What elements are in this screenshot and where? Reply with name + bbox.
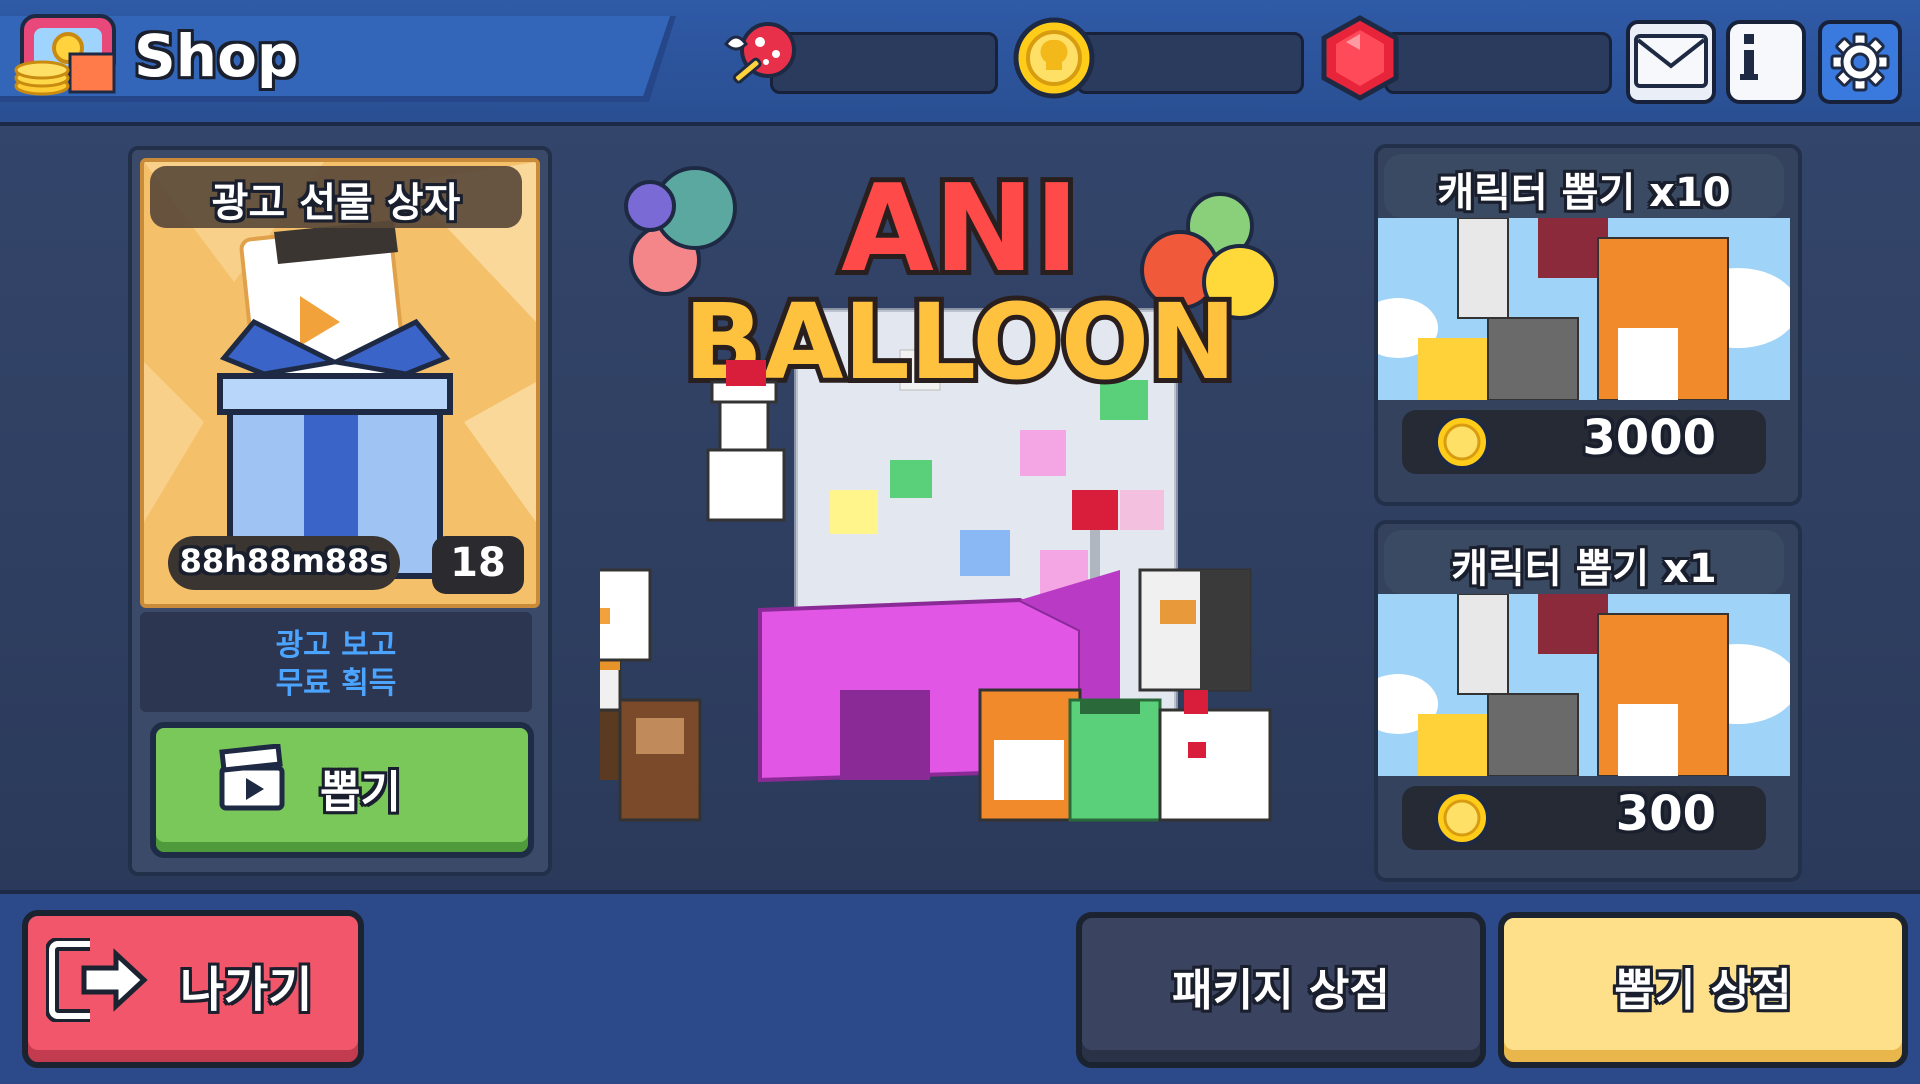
ad-draw-label: 뽑기 [320,767,401,818]
exit-label: 나가기 [180,962,313,1018]
gift-title: 광고 선물 상자 [211,180,461,226]
logo-line1: ANI [841,160,1079,299]
wolf-art [1487,693,1579,776]
bear-character [618,698,702,822]
red-gem-icon [1321,15,1399,101]
heart-key-icon [724,22,796,84]
gold-coin-icon [1434,414,1490,470]
draw-x1-art [1378,594,1790,776]
chicken-character-right [1158,690,1272,822]
chicken-character-left [600,568,652,662]
wolf-art [1487,317,1579,400]
coin-resource-bar [1076,32,1304,94]
mail-button[interactable] [1626,20,1716,104]
gear-icon [1830,32,1890,92]
dog-art [1418,714,1498,776]
package-shop-label: 패키지 상점 [1172,965,1390,1016]
gacha-machine-illustration: ANI BALLOON [600,155,1278,822]
snowman-character [706,360,786,522]
dog-art [1418,338,1498,400]
draw-x1-price: 300 [1615,786,1716,842]
cat-art [1457,218,1509,319]
cat-art [1457,594,1509,695]
ad-description-line2: 무료 획득 [275,666,397,701]
gacha-shop-label: 뽑기 상점 [1614,965,1792,1016]
clapperboard-icon [219,744,285,811]
draw-x10-title: 캐릭터 뽑기 x10 [1437,170,1731,216]
gold-coin-icon [1434,790,1490,846]
cat-character [1138,568,1252,692]
timer-text: 88h88m88s [179,542,389,580]
count-text: 18 [450,540,506,586]
gold-coin-icon [1013,17,1095,99]
info-icon [1740,34,1758,80]
fox-character [978,688,1082,822]
crocodile-character [1068,698,1162,822]
draw-x10-art [1378,218,1790,400]
info-button[interactable] [1726,20,1806,104]
shop-chest-icon [14,14,116,96]
draw-x1-title: 캐릭터 뽑기 x1 [1451,546,1717,592]
exit-door-icon [46,938,148,1022]
settings-button[interactable] [1818,20,1902,104]
draw-x10-price: 3000 [1582,410,1716,466]
mail-icon [1634,34,1708,88]
gem-resource-bar [1384,32,1612,94]
page-title: Shop [134,22,299,90]
